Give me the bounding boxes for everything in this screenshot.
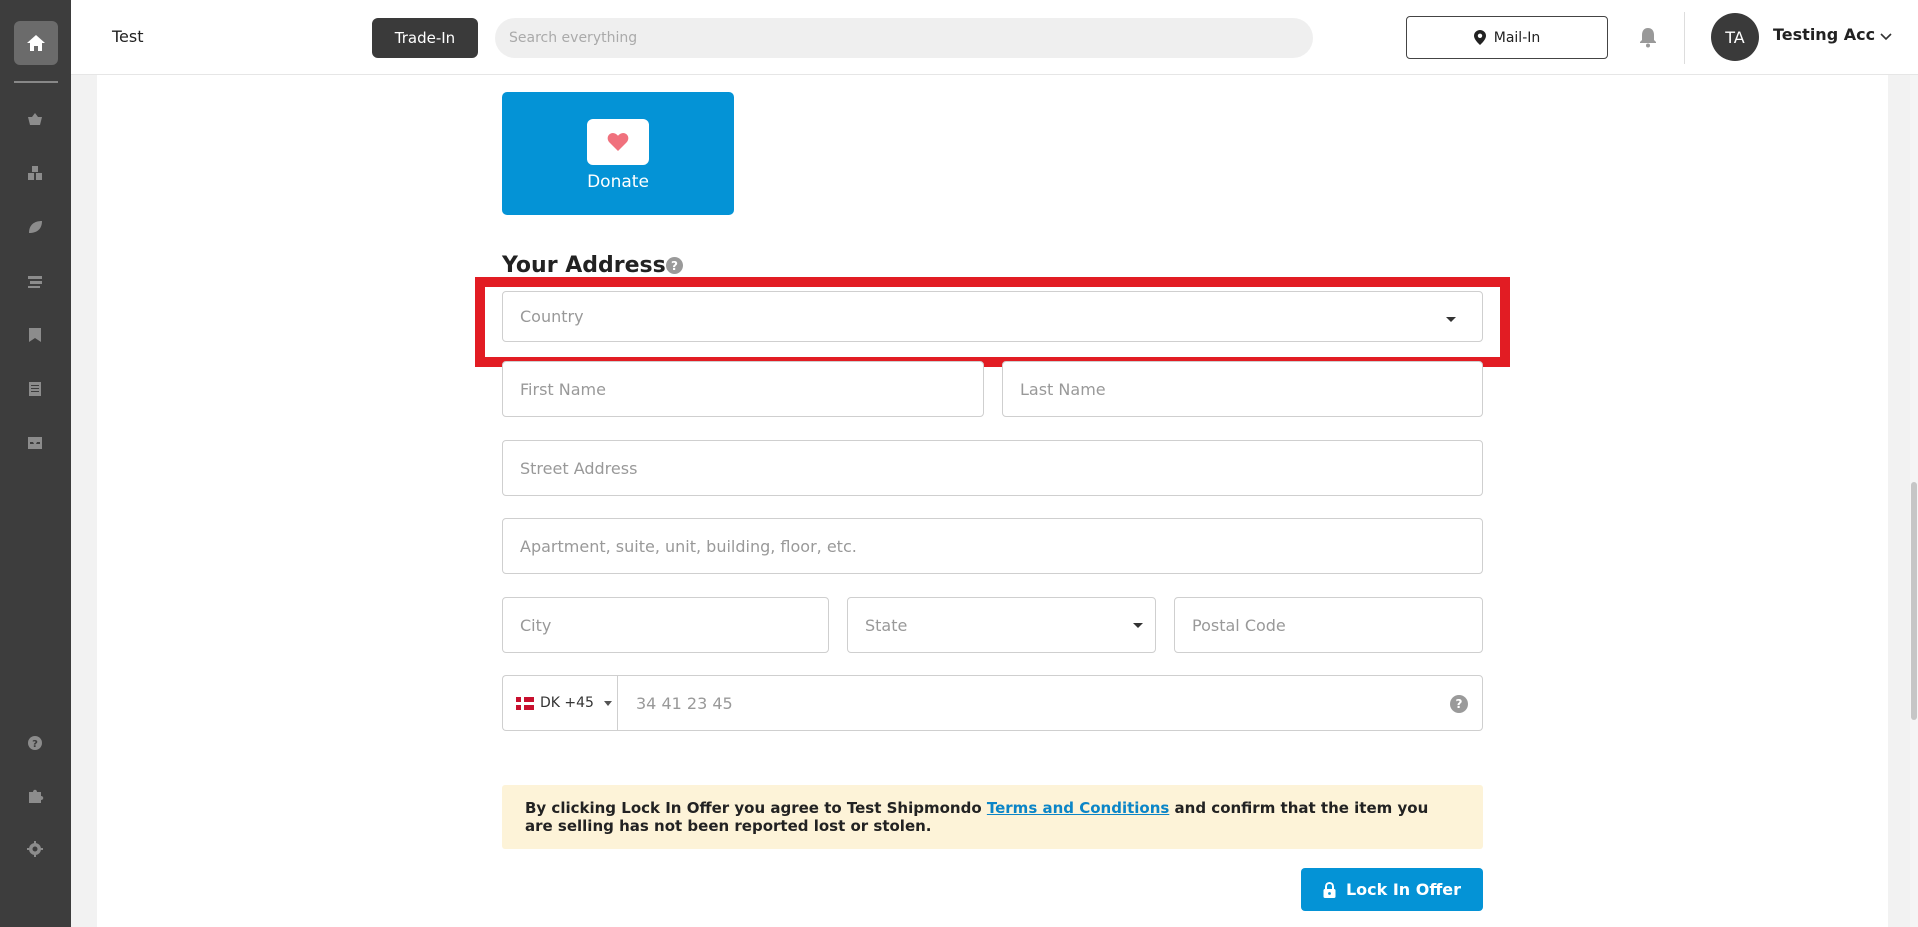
sidebar-item-boxes[interactable] xyxy=(22,160,48,186)
phone-country-select[interactable]: DK +45 xyxy=(502,675,618,731)
notice-text-before: By clicking Lock In Offer you agree to T… xyxy=(525,799,987,817)
phone-field[interactable]: 34 41 23 45 ? xyxy=(617,675,1483,731)
puzzle-icon xyxy=(29,789,44,803)
sidebar-item-leaf[interactable] xyxy=(22,214,48,240)
sidebar-item-document[interactable] xyxy=(22,376,48,402)
sidebar-item-help[interactable]: ? xyxy=(22,730,48,756)
gear-icon xyxy=(27,841,43,857)
svg-text:?: ? xyxy=(32,739,38,750)
postal-placeholder: Postal Code xyxy=(1192,615,1286,635)
help-icon[interactable]: ? xyxy=(666,257,683,274)
store-name: Test xyxy=(112,27,144,46)
shelves-icon xyxy=(28,276,42,288)
state-placeholder: State xyxy=(865,615,908,635)
leaf-icon xyxy=(29,221,42,233)
chevron-down-icon xyxy=(1133,623,1143,628)
document-icon xyxy=(29,382,41,396)
home-button[interactable] xyxy=(14,21,58,65)
chevron-down-icon[interactable] xyxy=(1879,30,1893,44)
sidebar-item-settings[interactable] xyxy=(22,836,48,862)
basket-icon xyxy=(28,113,42,125)
bell-icon[interactable] xyxy=(1636,25,1660,49)
section-title: Your Address xyxy=(502,253,666,278)
last-name-field[interactable]: Last Name xyxy=(1002,361,1483,417)
city-placeholder: City xyxy=(520,615,552,635)
donate-option[interactable]: Donate xyxy=(502,92,734,215)
city-field[interactable]: City xyxy=(502,597,829,653)
sidebar-item-bookmark[interactable] xyxy=(22,322,48,348)
country-placeholder: Country xyxy=(520,307,584,326)
first-name-field[interactable]: First Name xyxy=(502,361,984,417)
boxes-icon xyxy=(28,166,42,180)
top-bar: Test Trade-In Mail-In TA Testing Acc xyxy=(71,0,1918,75)
phone-placeholder: 34 41 23 45 xyxy=(636,693,733,713)
state-select[interactable]: State xyxy=(847,597,1156,653)
lock-in-offer-label: Lock In Offer xyxy=(1345,880,1462,899)
first-name-placeholder: First Name xyxy=(520,379,606,399)
country-select[interactable]: Country xyxy=(502,291,1483,342)
donate-label: Donate xyxy=(587,172,649,192)
street-address-field[interactable]: Street Address xyxy=(502,440,1483,496)
bookmark-icon xyxy=(29,328,41,342)
street-placeholder: Street Address xyxy=(520,458,638,478)
user-name[interactable]: Testing Acc xyxy=(1773,25,1875,44)
terms-link[interactable]: Terms and Conditions xyxy=(987,799,1169,817)
sidebar-item-puzzle[interactable] xyxy=(22,783,48,809)
chevron-down-icon xyxy=(603,700,612,706)
terms-notice: By clicking Lock In Offer you agree to T… xyxy=(502,785,1483,849)
location-pin-icon xyxy=(1473,30,1486,45)
sidebar: ? xyxy=(0,0,71,927)
mail-in-button[interactable]: Mail-In xyxy=(1406,16,1608,59)
inbox-icon xyxy=(28,437,42,449)
sidebar-item-shelves[interactable] xyxy=(22,268,48,294)
heart-icon xyxy=(607,132,629,151)
chevron-down-icon xyxy=(1446,317,1456,322)
home-icon xyxy=(27,35,45,51)
help-icon: ? xyxy=(28,736,42,750)
denmark-flag-icon xyxy=(516,696,534,710)
phone-country-code: DK +45 xyxy=(540,695,594,711)
last-name-placeholder: Last Name xyxy=(1020,379,1106,399)
mail-in-label: Mail-In xyxy=(1493,29,1541,46)
header-divider xyxy=(1684,12,1685,64)
sidebar-item-inbox[interactable] xyxy=(22,430,48,456)
apartment-field[interactable]: Apartment, suite, unit, building, floor,… xyxy=(502,518,1483,574)
apartment-placeholder: Apartment, suite, unit, building, floor,… xyxy=(520,536,857,556)
avatar[interactable]: TA xyxy=(1711,13,1759,61)
postal-code-field[interactable]: Postal Code xyxy=(1174,597,1483,653)
help-icon[interactable]: ? xyxy=(1450,695,1468,713)
lock-icon xyxy=(1323,881,1336,898)
trade-in-button[interactable]: Trade-In xyxy=(372,18,478,58)
sidebar-divider xyxy=(14,81,58,83)
search-input[interactable] xyxy=(495,18,1313,58)
donate-icon-box xyxy=(587,119,649,165)
scrollbar-thumb[interactable] xyxy=(1911,482,1917,720)
sidebar-item-basket[interactable] xyxy=(22,106,48,132)
lock-in-offer-button[interactable]: Lock In Offer xyxy=(1301,868,1483,911)
